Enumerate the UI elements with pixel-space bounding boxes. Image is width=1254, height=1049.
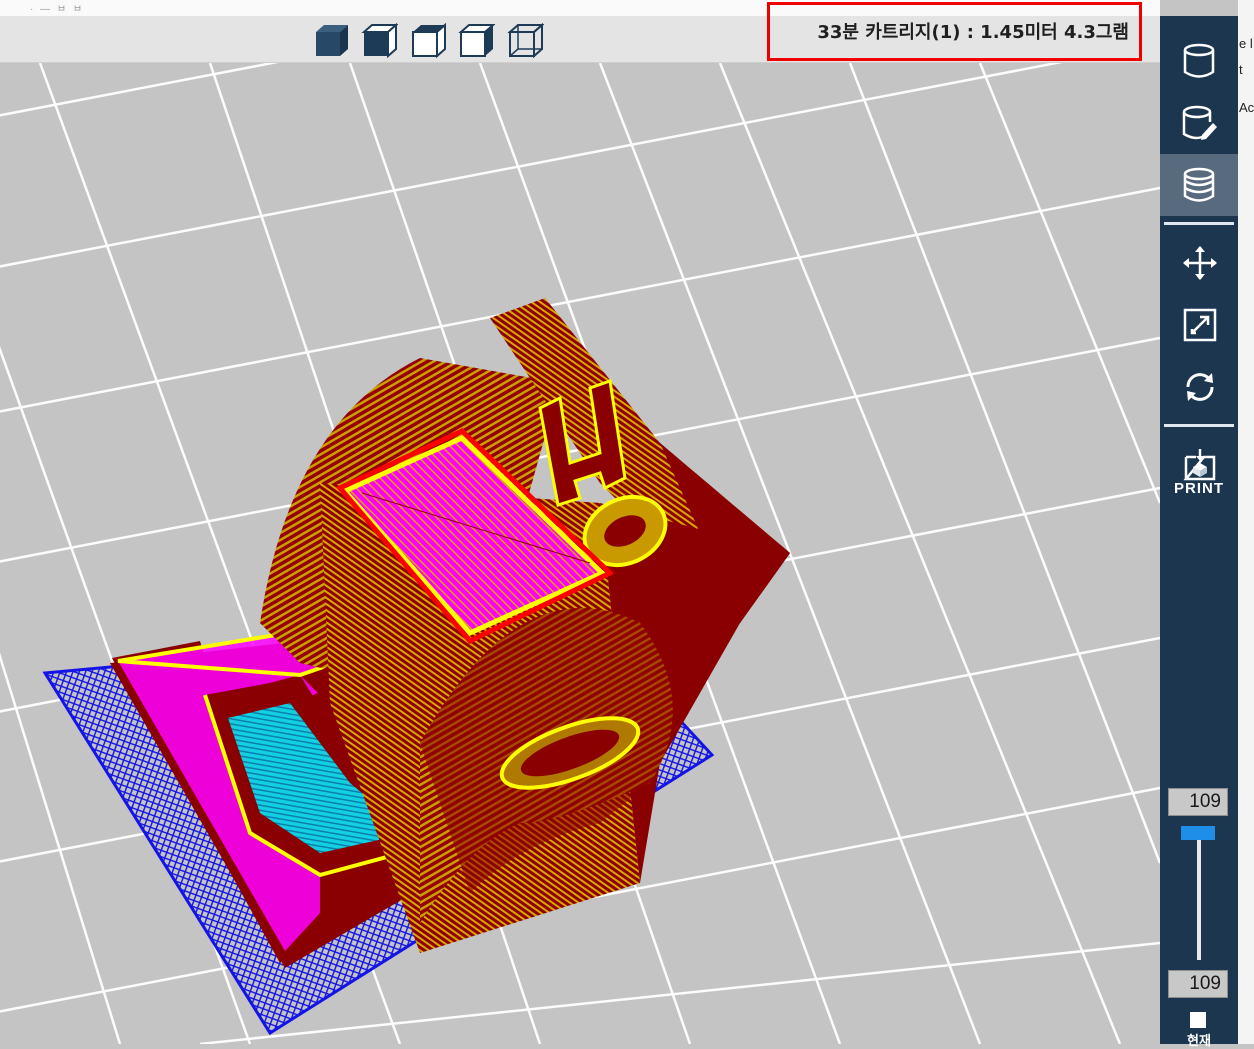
- edit-model-icon: [1182, 105, 1217, 140]
- print-label[interactable]: PRINT: [1160, 480, 1238, 497]
- edit-model-button[interactable]: [1160, 92, 1238, 154]
- sidebar-divider: [1164, 424, 1234, 427]
- layers-icon: [1183, 167, 1215, 202]
- view-side-icon[interactable]: [457, 22, 496, 60]
- 3d-preview-viewport[interactable]: [0, 63, 1160, 1044]
- print-estimate-highlight: 33분 카트리지(1) : 1.45미터 4.3그램: [767, 2, 1142, 61]
- move-icon: [1183, 246, 1217, 280]
- view-top-icon[interactable]: [409, 22, 447, 60]
- current-layer-checkbox[interactable]: [1190, 1012, 1206, 1028]
- view-front-icon[interactable]: [360, 22, 399, 60]
- background-window-edge: e l t Ac: [1238, 0, 1254, 1044]
- layers-button[interactable]: [1160, 154, 1238, 216]
- view-wireframe-icon[interactable]: [506, 22, 545, 60]
- layer-slider-track[interactable]: [1197, 834, 1201, 960]
- edge-text: e l: [1239, 36, 1253, 51]
- move-button[interactable]: [1160, 232, 1238, 294]
- window-title-fragment: · — ㅂ ㅂ: [30, 4, 85, 15]
- edge-text: Ac: [1239, 100, 1254, 115]
- view-solid-icon[interactable]: [312, 22, 350, 60]
- layer-bottom-input[interactable]: 109: [1168, 970, 1228, 998]
- layer-top-input[interactable]: 109: [1168, 788, 1228, 816]
- tool-sidebar: PRINT 109 109 현재: [1160, 16, 1238, 1048]
- sliced-model-preview: [0, 63, 1160, 1044]
- model-icon: [1183, 43, 1215, 78]
- rotate-button[interactable]: [1160, 356, 1238, 418]
- scale-icon: [1183, 308, 1217, 342]
- model-button[interactable]: [1160, 30, 1238, 92]
- sidebar-divider: [1164, 222, 1234, 225]
- layer-slider-handle[interactable]: [1181, 826, 1215, 840]
- print-estimate-text: 33분 카트리지(1) : 1.45미터 4.3그램: [817, 22, 1129, 43]
- current-layer-label: 현재: [1187, 1033, 1211, 1048]
- edge-text: t: [1239, 62, 1243, 77]
- print-icon: [1183, 449, 1216, 481]
- scale-button[interactable]: [1160, 294, 1238, 356]
- rotate-icon: [1186, 373, 1214, 401]
